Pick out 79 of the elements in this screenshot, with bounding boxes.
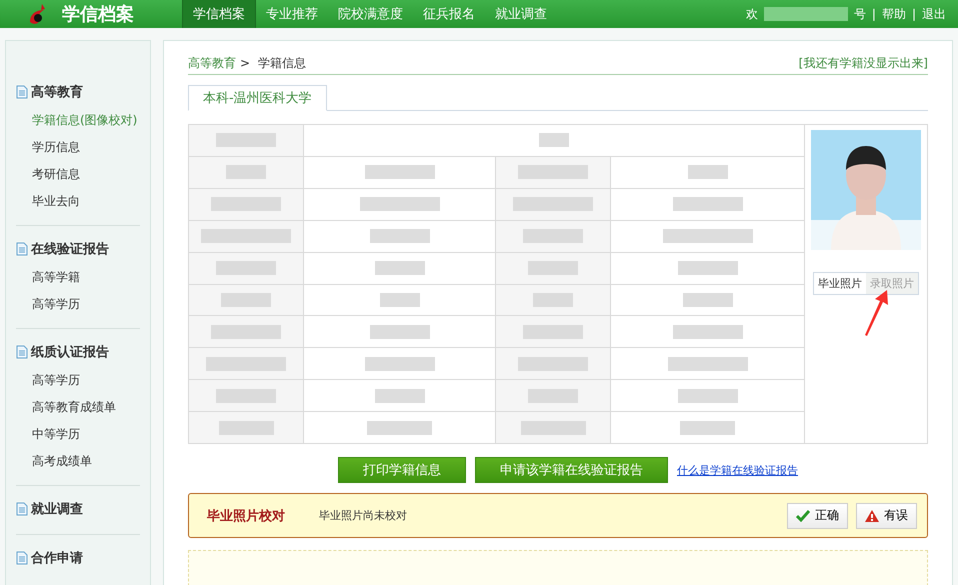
nav-tab[interactable]: 就业调查: [485, 0, 557, 28]
sidebar-item[interactable]: 高考成绩单: [16, 448, 140, 475]
redacted-text: [374, 388, 424, 403]
sidebar-item[interactable]: 高等学籍: [16, 264, 140, 291]
separator: |: [912, 7, 916, 21]
notice-message: 毕业照片尚未校对: [319, 508, 407, 523]
missing-record-link[interactable]: [我还有学籍没显示出来]: [798, 55, 928, 72]
redacted-text: [682, 292, 732, 307]
section-title: 纸质认证报告: [31, 344, 109, 361]
redacted-text: [370, 229, 430, 244]
redacted-text: [380, 292, 420, 307]
redacted-text: [216, 133, 276, 148]
breadcrumb-separator: >: [240, 56, 250, 70]
redacted-text: [370, 324, 430, 339]
redacted-text: [364, 165, 434, 180]
redacted-text: [221, 292, 271, 307]
breadcrumb-link[interactable]: 高等教育: [188, 56, 236, 70]
sidebar-item[interactable]: 高等教育成绩单: [16, 394, 140, 421]
verify-button[interactable]: 正确: [787, 502, 848, 528]
sidebar-item[interactable]: 高等学历: [16, 367, 140, 394]
notice-title: 毕业照片校对: [207, 508, 286, 524]
help-link[interactable]: 什么是学籍在线验证报告: [677, 462, 798, 478]
section-title: 就业调查: [31, 501, 83, 518]
document-icon: [16, 85, 28, 99]
sidebar-item[interactable]: 学历信息: [16, 134, 140, 161]
logo-text: 学信档案: [62, 3, 134, 26]
nav-tab[interactable]: 专业推荐: [256, 0, 328, 28]
redacted-text: [678, 261, 738, 276]
sidebar-item[interactable]: 中等学历: [16, 421, 140, 448]
sidebar-item[interactable]: 毕业去向: [16, 188, 140, 215]
sidebar-item[interactable]: 高等学历: [16, 291, 140, 318]
redacted-text: [680, 420, 735, 435]
header-link[interactable]: 退出: [922, 6, 946, 22]
school-tab[interactable]: 本科-温州医科大学: [188, 85, 327, 111]
redacted-text: [533, 292, 573, 307]
document-icon: [16, 502, 28, 516]
section-title: 合作申请: [31, 550, 83, 567]
redacted-text: [523, 229, 583, 244]
redacted-text: [518, 356, 588, 371]
header-link[interactable]: 帮助: [882, 6, 906, 22]
redacted-text: [520, 420, 586, 435]
check-icon: [796, 510, 810, 522]
nav-tab[interactable]: 院校满意度: [328, 0, 413, 28]
section-title: 高等教育: [31, 84, 83, 101]
redacted-text: [216, 388, 276, 403]
redacted-text: [672, 324, 742, 339]
redacted-text: [678, 388, 738, 403]
redacted-text: [539, 133, 569, 148]
breadcrumb-current: 学籍信息: [258, 56, 306, 70]
document-icon: [16, 345, 28, 359]
action-button[interactable]: 申请该学籍在线验证报告: [475, 457, 668, 483]
redacted-text: [218, 420, 274, 435]
redacted-text: [518, 165, 588, 180]
redacted-text: [367, 420, 432, 435]
action-button[interactable]: 打印学籍信息: [338, 457, 466, 483]
nav-tab[interactable]: 学信档案: [182, 0, 256, 28]
welcome-text: 欢: [746, 6, 758, 22]
redacted-text: [672, 197, 742, 212]
verify-button[interactable]: 有误: [856, 502, 917, 528]
redacted-text: [374, 261, 424, 276]
redacted-text: [226, 165, 266, 180]
arrow-icon: [863, 289, 889, 337]
section-title: 在线验证报告: [31, 240, 109, 258]
document-icon: [16, 242, 28, 256]
sidebar-item[interactable]: 考研信息: [16, 161, 140, 188]
sidebar-item[interactable]: 学籍信息(图像校对): [16, 107, 140, 134]
nav-tab[interactable]: 征兵报名: [413, 0, 485, 28]
redacted-text: [528, 261, 578, 276]
redacted-text: [523, 324, 583, 339]
redacted-text: [211, 324, 281, 339]
redacted-text: [211, 197, 281, 212]
redacted-text: [364, 356, 434, 371]
warning-icon: [865, 510, 879, 522]
redacted-text: [688, 165, 728, 180]
redacted-text: [216, 261, 276, 276]
account-text: 号: [854, 6, 866, 22]
document-icon: [16, 551, 28, 565]
separator: |: [872, 7, 876, 21]
redacted-text: [528, 388, 578, 403]
